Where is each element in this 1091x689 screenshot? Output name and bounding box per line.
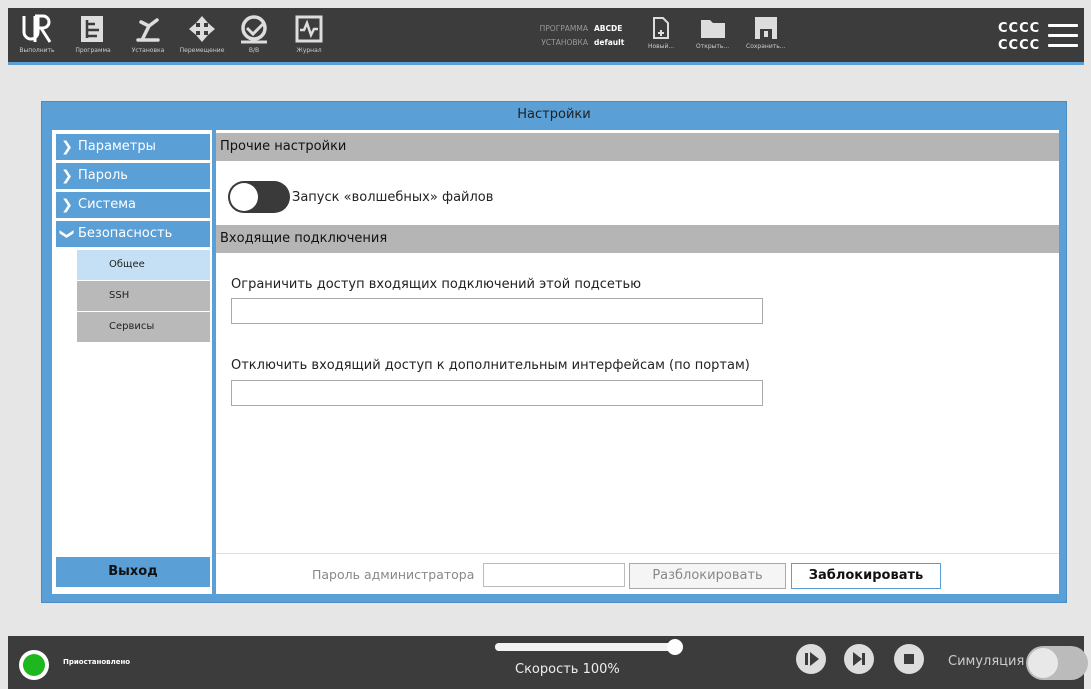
hamburger-menu-icon[interactable] — [1048, 24, 1078, 48]
open-file-label: Открыть... — [696, 43, 730, 50]
admin-password-label: Пароль администратора — [312, 567, 475, 582]
nav-installation-label: Установка — [131, 47, 165, 54]
io-icon — [241, 15, 267, 44]
unlock-button[interactable]: Разблокировать — [629, 563, 786, 589]
nav-move-button[interactable]: Перемещение — [176, 8, 228, 65]
sidebar-item-security[interactable]: ❯ Безопасность — [56, 221, 210, 247]
sidebar-subitem-ssh[interactable]: SSH — [77, 281, 210, 311]
admin-password-input[interactable] — [483, 563, 625, 587]
sidebar-item-parameters[interactable]: ❯ Параметры — [56, 134, 210, 160]
user-code-line2: CCCC — [998, 38, 1041, 53]
stop-icon — [904, 654, 914, 664]
subnet-input[interactable] — [231, 298, 763, 324]
simulation-toggle-knob — [1028, 648, 1058, 678]
sidebar-item-label: Параметры — [78, 139, 156, 154]
step-button[interactable] — [844, 644, 874, 674]
speed-slider[interactable] — [495, 639, 683, 655]
settings-content: Прочие настройки Запуск «волшебных» файл… — [216, 130, 1059, 594]
magic-files-toggle[interactable] — [228, 181, 290, 213]
program-info: ПРОГРАММА ABCDE УСТАНОВКА default — [528, 22, 625, 50]
new-file-label: Новый... — [648, 43, 675, 50]
sidebar-item-system[interactable]: ❯ Система — [56, 192, 210, 218]
robot-status-text: Приостановлено — [63, 658, 131, 666]
sidebar-subitem-general[interactable]: Общее — [77, 250, 210, 280]
chevron-right-icon: ❯ — [61, 168, 73, 184]
nav-move-label: Перемещение — [179, 47, 225, 54]
new-file-button[interactable]: Новый... — [648, 16, 674, 50]
sidebar-item-label: Безопасность — [78, 226, 173, 241]
footer-divider — [216, 553, 1059, 554]
bottom-bar: Приостановлено Скорость 100% Симуляция — [8, 636, 1088, 689]
program-key: ПРОГРАММА — [539, 24, 588, 33]
robot-arm-icon — [136, 18, 160, 42]
sidebar-item-password[interactable]: ❯ Пароль — [56, 163, 210, 189]
nav-program-button[interactable]: Программа — [66, 8, 120, 65]
magic-files-label: Запуск «волшебных» файлов — [292, 190, 494, 205]
save-icon — [754, 17, 777, 39]
nav-installation-button[interactable]: Установка — [120, 8, 176, 65]
new-file-icon — [653, 17, 670, 39]
step-forward-icon — [853, 652, 865, 666]
log-icon — [295, 15, 323, 43]
toggle-knob — [230, 183, 258, 211]
speed-label: Скорость 100% — [515, 662, 620, 677]
sidebar-item-label: Система — [78, 197, 137, 212]
settings-dialog: Настройки ❯ Параметры ❯ Пароль ❯ Система… — [41, 101, 1067, 603]
chevron-right-icon: ❯ — [61, 197, 73, 213]
program-icon — [81, 16, 103, 42]
nav-run-label: Выполнить — [19, 47, 55, 54]
nav-io-label: В/В — [248, 47, 260, 54]
sidebar-subitem-services[interactable]: Сервисы — [77, 312, 210, 342]
simulation-toggle[interactable] — [1026, 646, 1088, 680]
dialog-title: Настройки — [517, 107, 591, 122]
speed-slider-fill — [495, 643, 675, 651]
settings-sidebar: ❯ Параметры ❯ Пароль ❯ Система ❯ Безопас… — [52, 130, 212, 594]
play-icon — [805, 652, 819, 666]
installation-name: default — [594, 38, 625, 47]
nav-io-button[interactable]: В/В — [228, 8, 280, 65]
stop-button[interactable] — [894, 644, 924, 674]
sidebar-item-label: Пароль — [78, 168, 128, 183]
status-led-fill — [23, 654, 45, 676]
subnet-label: Ограничить доступ входящих подключений э… — [231, 277, 642, 292]
status-led-icon[interactable] — [19, 650, 49, 680]
nav-run-button[interactable]: Выполнить — [8, 8, 66, 65]
ur-logo-icon — [22, 14, 52, 43]
save-file-label: Сохранить... — [746, 43, 786, 50]
section-header-misc: Прочие настройки — [216, 133, 1059, 161]
open-file-button[interactable]: Открыть... — [696, 16, 729, 50]
play-button[interactable] — [796, 644, 826, 674]
folder-icon — [700, 20, 725, 38]
top-bar: Выполнить Программа Установка Перемещени… — [8, 8, 1084, 65]
save-file-button[interactable]: Сохранить... — [746, 16, 785, 50]
ports-input[interactable] — [231, 380, 763, 406]
nav-program-label: Программа — [75, 47, 111, 54]
chevron-right-icon: ❯ — [61, 139, 73, 155]
nav-log-label: Журнал — [296, 47, 322, 54]
simulation-label: Симуляция — [948, 654, 1025, 669]
speed-slider-handle[interactable] — [667, 639, 683, 655]
ports-label: Отключить входящий доступ к дополнительн… — [231, 358, 750, 373]
program-name: ABCDE — [594, 24, 623, 33]
lock-button[interactable]: Заблокировать — [791, 563, 941, 589]
chevron-down-icon: ❯ — [59, 228, 75, 240]
nav-log-button[interactable]: Журнал — [280, 8, 338, 65]
installation-key: УСТАНОВКА — [541, 38, 588, 47]
user-code: CCCC CCCC — [998, 20, 1040, 54]
user-code-line1: CCCC — [998, 21, 1041, 36]
section-header-incoming: Входящие подключения — [216, 225, 1059, 253]
exit-button[interactable]: Выход — [56, 557, 210, 587]
move-arrows-icon — [189, 16, 215, 42]
